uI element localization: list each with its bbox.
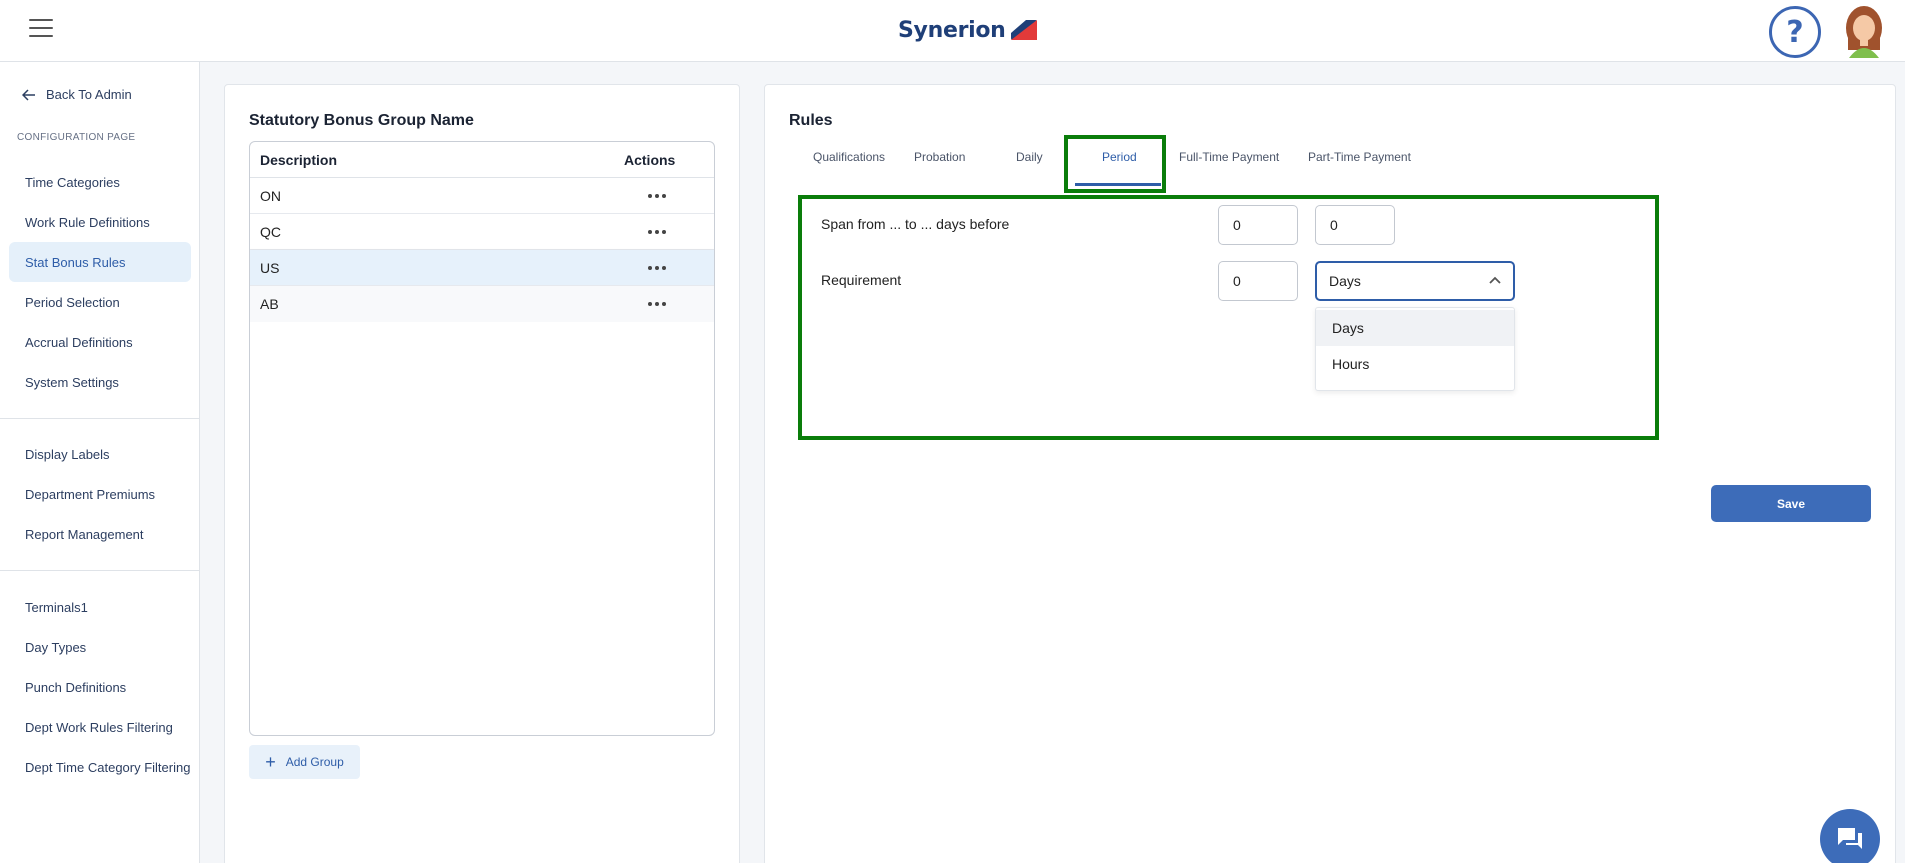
sidebar-item-system-settings[interactable]: System Settings <box>9 362 191 402</box>
row-description: QC <box>260 223 281 240</box>
sidebar-item-label: System Settings <box>25 374 119 390</box>
tab-part-time-payment[interactable]: Part-Time Payment <box>1308 150 1411 178</box>
more-actions-icon[interactable] <box>624 193 714 198</box>
rules-title: Rules <box>789 112 833 129</box>
plus-icon: + <box>265 752 276 772</box>
sidebar-item-label: Time Categories <box>25 174 120 190</box>
sidebar-item-work-rule-definitions[interactable]: Work Rule Definitions <box>9 202 191 242</box>
unit-dropdown: Days Hours <box>1315 307 1515 391</box>
requirement-label: Requirement <box>821 272 902 288</box>
table-row[interactable]: ON <box>250 178 714 214</box>
sidebar-item-time-categories[interactable]: Time Categories <box>9 162 191 202</box>
unit-option-hours[interactable]: Hours <box>1316 346 1514 382</box>
column-actions: Actions <box>624 151 676 168</box>
sidebar-item-department-premiums[interactable]: Department Premiums <box>9 474 191 514</box>
tab-probation[interactable]: Probation <box>914 150 965 178</box>
row-description: US <box>260 259 280 276</box>
back-label: Back To Admin <box>46 87 132 102</box>
span-to-input[interactable] <box>1315 205 1395 245</box>
table-header: Description Actions <box>250 142 714 178</box>
table-row[interactable]: AB <box>250 286 714 322</box>
chevron-up-icon <box>1489 276 1501 284</box>
tab-daily[interactable]: Daily <box>1016 150 1043 178</box>
logo-mark-icon <box>1010 20 1037 40</box>
chat-icon[interactable] <box>1820 809 1880 863</box>
sidebar-item-label: Day Types <box>25 639 87 655</box>
sidebar-item-terminals1[interactable]: Terminals1 <box>9 587 191 627</box>
arrow-left-icon <box>22 88 35 101</box>
unit-select-value: Days <box>1329 273 1361 289</box>
sidebar-item-label: Dept Work Rules Filtering <box>25 719 173 735</box>
logo-text: Synerion <box>898 17 1006 43</box>
more-actions-icon[interactable] <box>624 265 714 270</box>
tab-highlight-box <box>1064 135 1166 193</box>
row-description: ON <box>260 187 281 204</box>
hamburger-icon[interactable] <box>29 19 53 39</box>
synerion-logo: Synerion <box>898 14 1038 46</box>
more-actions-icon[interactable] <box>624 229 714 234</box>
sidebar-divider <box>0 570 200 571</box>
sidebar-item-label: Display Labels <box>25 446 110 462</box>
sidebar-item-label: Department Premiums <box>25 486 156 502</box>
sidebar-item-accrual-definitions[interactable]: Accrual Definitions <box>9 322 191 362</box>
row-description: AB <box>260 296 279 312</box>
table-row[interactable]: QC <box>250 214 714 250</box>
sidebar-item-label: Accrual Definitions <box>25 334 133 350</box>
user-avatar[interactable] <box>1841 4 1887 58</box>
sidebar: Back To Admin CONFIGURATION PAGE Time Ca… <box>0 62 200 863</box>
sidebar-item-label: Period Selection <box>25 294 120 310</box>
groups-title: Statutory Bonus Group Name <box>249 112 474 129</box>
unit-select[interactable]: Days <box>1315 261 1515 301</box>
sidebar-item-label: Punch Definitions <box>25 679 127 695</box>
sidebar-item-dept-time-category-filtering[interactable]: Dept Time Category Filtering <box>9 747 191 787</box>
add-group-label: Add Group <box>285 755 344 769</box>
sidebar-item-stat-bonus-rules[interactable]: Stat Bonus Rules <box>9 242 191 282</box>
sidebar-item-display-labels[interactable]: Display Labels <box>9 434 191 474</box>
help-symbol: ? <box>1786 14 1804 50</box>
more-actions-icon[interactable] <box>624 302 714 306</box>
groups-table: Description Actions ON QC US AB <box>249 141 715 736</box>
back-to-admin-link[interactable]: Back To Admin <box>22 87 132 102</box>
column-description: Description <box>260 151 338 168</box>
save-button[interactable]: Save <box>1711 485 1871 522</box>
tab-qualifications[interactable]: Qualifications <box>813 150 885 178</box>
app-header: Synerion ? <box>0 0 1905 62</box>
sidebar-item-label: Stat Bonus Rules <box>25 254 126 270</box>
requirement-input[interactable] <box>1218 261 1298 301</box>
span-label: Span from ... to ... days before <box>821 216 1010 232</box>
unit-option-days[interactable]: Days <box>1316 310 1514 346</box>
sidebar-item-label: Terminals1 <box>25 599 88 615</box>
tab-full-time-payment[interactable]: Full-Time Payment <box>1179 150 1279 178</box>
add-group-button[interactable]: + Add Group <box>249 745 360 779</box>
sidebar-item-report-management[interactable]: Report Management <box>9 514 191 554</box>
sidebar-item-label: Dept Time Category Filtering <box>25 759 191 775</box>
help-icon[interactable]: ? <box>1769 6 1821 58</box>
sidebar-item-day-types[interactable]: Day Types <box>9 627 191 667</box>
sidebar-item-dept-work-rules-filtering[interactable]: Dept Work Rules Filtering <box>9 707 191 747</box>
sidebar-item-label: Report Management <box>25 526 144 542</box>
config-section-label: CONFIGURATION PAGE <box>17 132 136 143</box>
sidebar-item-period-selection[interactable]: Period Selection <box>9 282 191 322</box>
table-row-selected[interactable]: US <box>250 250 714 286</box>
span-from-input[interactable] <box>1218 205 1298 245</box>
chat-bubble-icon <box>1838 828 1862 849</box>
sidebar-divider <box>0 418 200 419</box>
sidebar-item-punch-definitions[interactable]: Punch Definitions <box>9 667 191 707</box>
sidebar-item-label: Work Rule Definitions <box>25 214 150 230</box>
